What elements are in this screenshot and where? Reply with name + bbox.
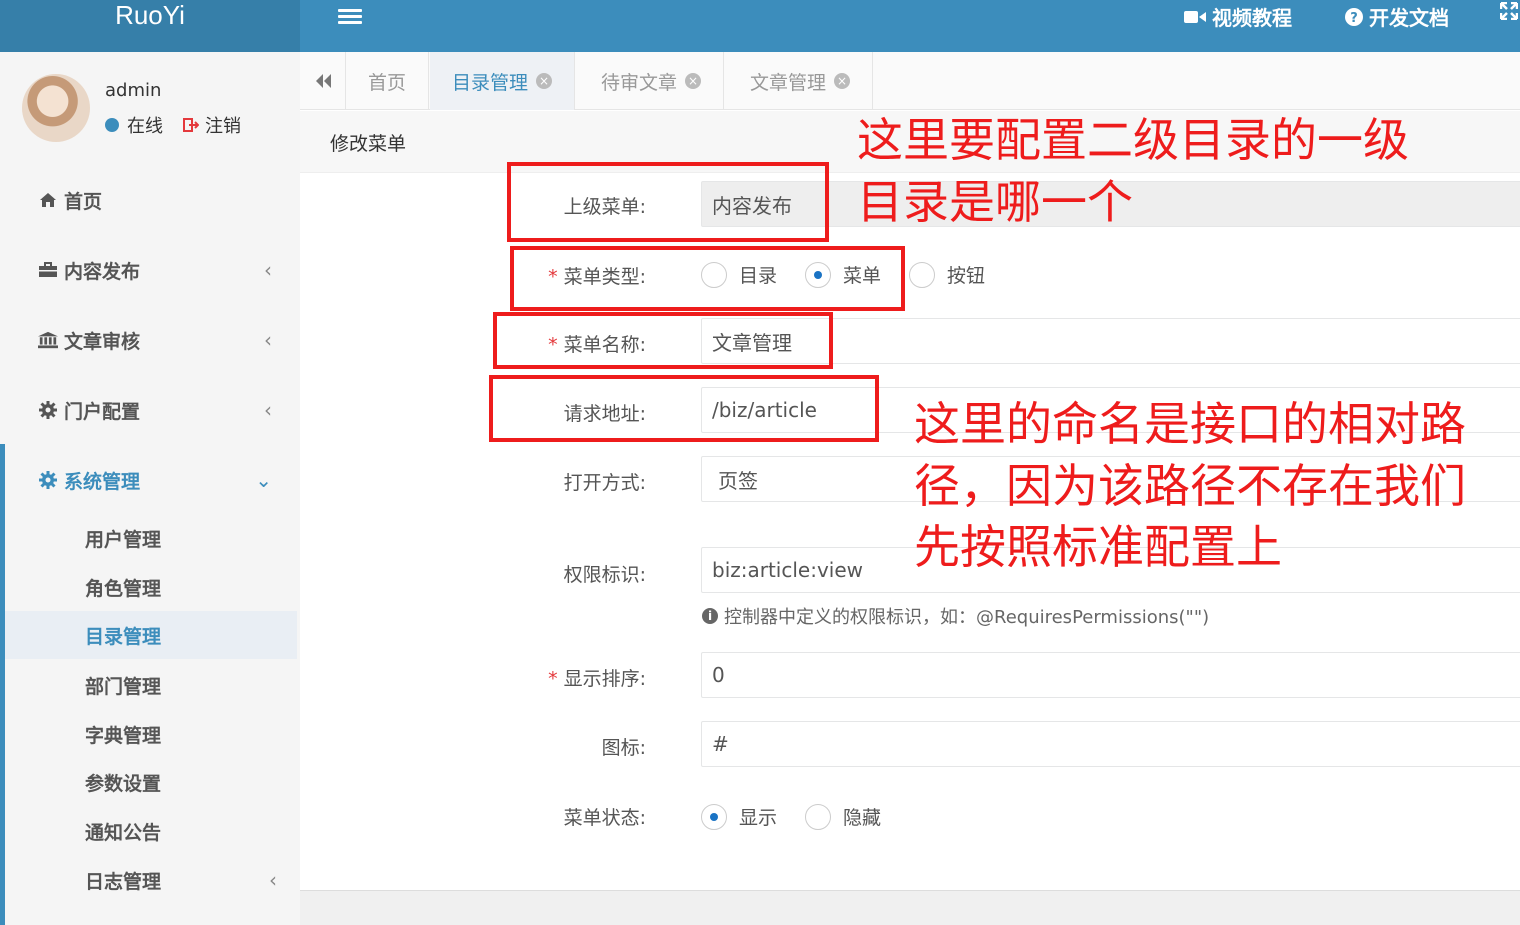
tab-scroll-left-button[interactable] — [300, 52, 346, 110]
page-title: 修改菜单 — [330, 133, 407, 155]
order-input[interactable]: 0 — [701, 652, 1520, 698]
sign-out-icon — [183, 118, 199, 132]
chevron-left-icon: ‹ — [264, 328, 272, 352]
sidebar-item-portal-config[interactable]: 门户配置 ‹ — [0, 385, 300, 435]
sidebar-item-label: 文章审核 — [64, 330, 141, 353]
annotation-line: 这里的命名是接口的相对路 — [914, 397, 1466, 451]
close-icon[interactable]: × — [536, 73, 553, 89]
sidebar-subitem-users[interactable]: 用户管理 — [5, 514, 297, 562]
icon-label: 图标: — [601, 737, 646, 759]
sidebar-item-label: 首页 — [64, 190, 103, 213]
sidebar-item-home[interactable]: 首页 — [0, 175, 300, 225]
visible-radio-show[interactable] — [701, 803, 727, 830]
radio-label: 按钮 — [947, 265, 986, 287]
icon-input[interactable]: # — [701, 721, 1520, 767]
logout-label: 注销 — [205, 116, 241, 137]
annotation-box-menu-name — [493, 312, 833, 369]
sidebar-item-label: 系统管理 — [64, 470, 141, 493]
sidebar-subitem-dict[interactable]: 字典管理 — [5, 710, 297, 758]
annotation-note-parent: 这里要配置二级目录的一级 目录是哪一个 — [857, 110, 1409, 233]
tab-menu-management[interactable]: 目录管理 × — [430, 52, 576, 110]
order-label-text: 显示排序: — [563, 668, 646, 690]
tab-home[interactable]: 首页 — [346, 52, 430, 110]
tab-bar: 首页 目录管理 × 待审文章 × 文章管理 × — [300, 52, 1520, 110]
info-circle-icon: i — [702, 608, 718, 624]
perms-label: 权限标识: — [563, 564, 646, 586]
sidebar-item-content-publish[interactable]: 内容发布 ‹ — [0, 245, 300, 295]
sidebar-subitem-logs[interactable]: 日志管理 ‹ — [5, 856, 297, 904]
visible-radio-group: 显示 隐藏 — [701, 803, 909, 830]
tab-label: 待审文章 — [601, 71, 678, 94]
gear-icon — [38, 401, 58, 419]
dev-docs-label: 开发文档 — [1369, 6, 1449, 30]
sidebar-item-label: 内容发布 — [64, 260, 141, 283]
video-tutorial-link[interactable]: 视频教程 — [1184, 2, 1292, 31]
tab-article-management[interactable]: 文章管理 × — [728, 52, 874, 110]
annotation-box-menu-type — [510, 246, 905, 311]
sidebar-subitem-config[interactable]: 参数设置 — [5, 758, 297, 806]
logout-link[interactable]: 注销 — [183, 112, 241, 138]
dev-docs-link[interactable]: ? 开发文档 — [1345, 2, 1449, 31]
user-status: 在线 注销 — [105, 112, 241, 138]
bank-icon — [38, 331, 58, 349]
tab-label: 首页 — [368, 71, 407, 94]
visible-radio-hide[interactable] — [805, 803, 832, 830]
fullscreen-button[interactable] — [1500, 2, 1518, 20]
sidebar-item-label: 日志管理 — [85, 870, 162, 893]
app-logo[interactable]: RuoYi — [0, 0, 300, 52]
chevron-left-icon: ‹ — [264, 258, 272, 282]
sidebar-item-system-management[interactable]: 系统管理 ⌄ — [0, 455, 300, 505]
order-label: * 显示排序: — [446, 664, 646, 691]
question-circle-icon: ? — [1345, 7, 1363, 26]
sidebar-item-label: 门户配置 — [64, 400, 141, 423]
panel-footer — [300, 890, 1520, 925]
sidebar: admin 在线 注销 首页 内容发布 ‹ 文章审核 ‹ 门户配置 ‹ 系统管理… — [0, 52, 300, 925]
chevron-down-icon: ⌄ — [255, 468, 272, 492]
gear-icon — [38, 471, 58, 489]
tab-label: 文章管理 — [750, 71, 827, 94]
top-navbar: RuoYi 视频教程 ? 开发文档 — [0, 0, 1520, 52]
annotation-line: 目录是哪一个 — [857, 174, 1133, 229]
open-mode-label: 打开方式: — [563, 472, 646, 494]
video-tutorial-label: 视频教程 — [1212, 6, 1292, 30]
close-icon[interactable]: × — [685, 73, 702, 89]
annotation-box-parent-menu — [507, 162, 829, 242]
annotation-note-url: 这里的命名是接口的相对路 径，因为该路径不存在我们 先按照标准配置上 — [914, 394, 1466, 579]
annotation-box-request-url — [489, 375, 879, 442]
user-name: admin — [105, 80, 162, 101]
annotation-line: 这里要配置二级目录的一级 — [857, 113, 1409, 167]
chevron-left-icon: ‹ — [264, 398, 272, 422]
close-icon[interactable]: × — [834, 73, 851, 89]
sidebar-item-article-review[interactable]: 文章审核 ‹ — [0, 315, 300, 365]
sidebar-subitem-menus[interactable]: 目录管理 — [5, 611, 297, 659]
menu-type-radio-button[interactable] — [909, 261, 936, 288]
required-mark: * — [548, 668, 558, 690]
sidebar-subitem-roles[interactable]: 角色管理 — [5, 563, 297, 611]
radio-label: 隐藏 — [843, 807, 882, 829]
sidebar-toggle-icon[interactable] — [338, 6, 362, 30]
annotation-line: 径，因为该路径不存在我们 — [914, 458, 1466, 513]
visible-label: 菜单状态: — [563, 807, 646, 829]
home-icon — [38, 191, 58, 209]
avatar[interactable] — [22, 74, 90, 142]
radio-label: 显示 — [739, 807, 778, 829]
chevron-left-icon: ‹ — [269, 868, 277, 892]
perms-help-text: i 控制器中定义的权限标识，如：@RequiresPermissions("") — [702, 603, 1209, 629]
tab-pending-articles[interactable]: 待审文章 × — [579, 52, 725, 110]
sidebar-subitem-notice[interactable]: 通知公告 — [5, 807, 297, 855]
tab-label: 目录管理 — [452, 71, 529, 94]
sidebar-subitem-depts[interactable]: 部门管理 — [5, 661, 297, 709]
status-label: 在线 — [127, 116, 163, 137]
fullscreen-icon — [1500, 2, 1518, 20]
svg-text:?: ? — [1350, 11, 1358, 26]
annotation-line: 先按照标准配置上 — [914, 520, 1282, 575]
briefcase-icon — [38, 261, 58, 279]
online-dot-icon — [105, 118, 119, 132]
video-camera-icon — [1184, 10, 1206, 23]
perms-help-label: 控制器中定义的权限标识，如：@RequiresPermissions("") — [724, 607, 1210, 628]
double-chevron-left-icon — [315, 74, 331, 88]
